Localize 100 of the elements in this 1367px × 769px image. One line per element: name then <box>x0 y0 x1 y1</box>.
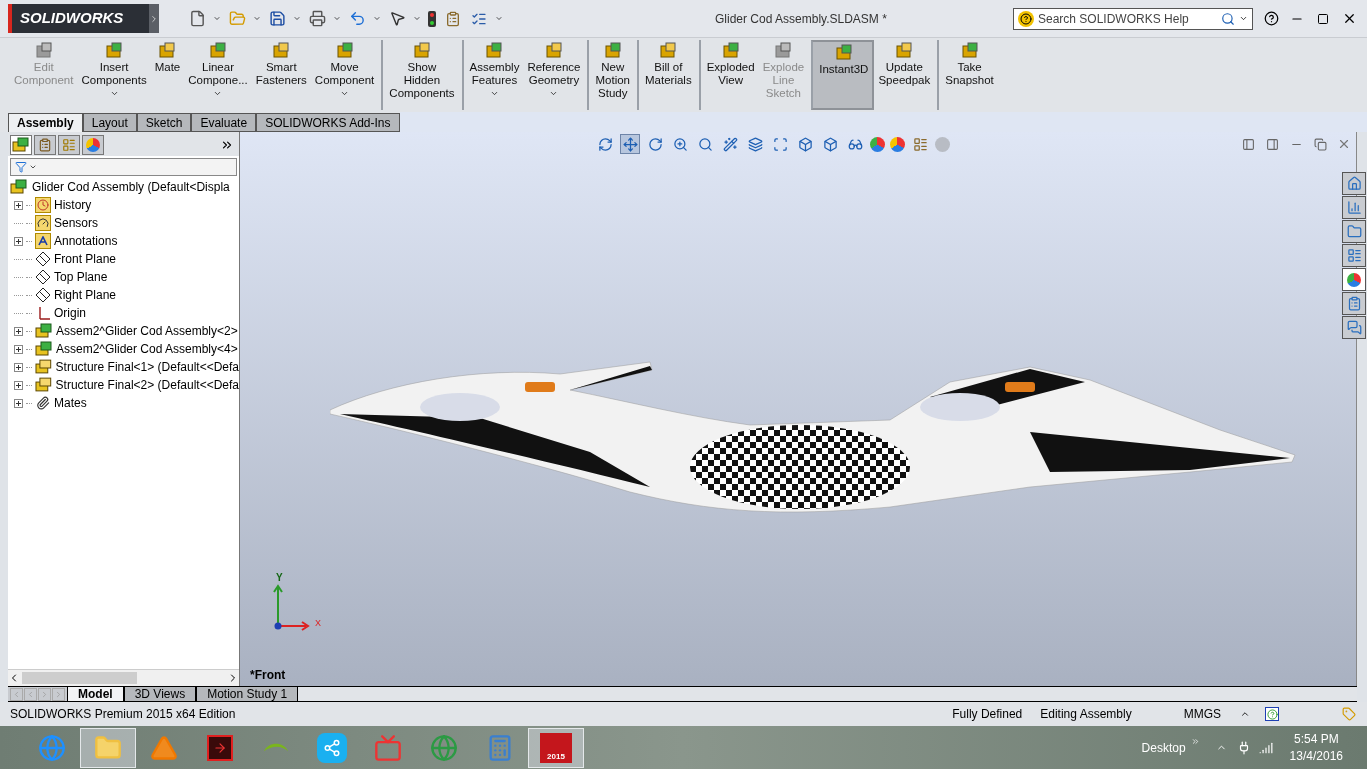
panel-right-icon[interactable] <box>1264 136 1280 152</box>
expand-plus-icon[interactable] <box>14 344 23 354</box>
chat-bubbles-icon[interactable] <box>1342 316 1366 339</box>
feature-tree-tab-icon[interactable] <box>10 135 32 155</box>
ribbon-button[interactable]: Move Component <box>310 40 379 110</box>
tree-item[interactable]: Assem2^Glider Cod Assembly<4> <box>56 340 238 358</box>
component-icon <box>271 41 292 61</box>
signal-icon[interactable] <box>1257 740 1274 755</box>
command-tab[interactable]: SOLIDWORKS Add-Ins <box>256 113 400 132</box>
help-bubble-icon <box>1018 10 1034 27</box>
tree-item[interactable]: Structure Final<1> (Default<<Defa <box>55 358 239 376</box>
tree-item[interactable]: Sensors <box>54 214 99 232</box>
tree-item[interactable]: Origin <box>54 304 86 322</box>
help-search-field[interactable]: Search SOLIDWORKS Help <box>1038 9 1217 28</box>
printer-icon[interactable] <box>307 8 327 29</box>
status-text: Fully Defined <box>952 706 1023 723</box>
command-tab[interactable]: Assembly <box>8 113 83 132</box>
ribbon-button[interactable]: Instant3D <box>811 40 875 110</box>
taskbar-app[interactable]: 2015 <box>528 727 584 768</box>
clock-time[interactable]: 5:54 PM <box>1293 730 1339 748</box>
tree-item[interactable]: Assem2^Glider Cod Assembly<2> <box>56 322 238 340</box>
desktop-toolbar-label[interactable]: Desktop <box>1141 738 1186 757</box>
home-icon[interactable] <box>1342 172 1366 195</box>
caret-icon[interactable] <box>29 163 37 171</box>
app-logo: SOLIDWORKS <box>8 4 149 33</box>
caret-icon[interactable] <box>489 89 499 98</box>
caret-icon[interactable] <box>549 89 559 98</box>
help-icon[interactable] <box>1263 10 1279 27</box>
expand-plus-icon[interactable] <box>14 380 23 390</box>
expand-plus-icon[interactable] <box>14 236 23 246</box>
ribbon-button[interactable]: Update Speedpak <box>874 40 935 110</box>
command-tab[interactable]: Sketch <box>136 113 192 132</box>
search-icon[interactable] <box>1221 11 1235 26</box>
swoosh-icon <box>263 743 289 752</box>
color-ball-tab-icon[interactable] <box>82 135 104 155</box>
ribbon-button[interactable]: Reference Geometry <box>523 40 585 110</box>
ribbon-button[interactable]: Exploded View <box>698 40 759 110</box>
panel-left-icon[interactable] <box>1240 136 1256 152</box>
letter-a-icon <box>35 233 51 249</box>
tree-item[interactable]: Structure Final<2> (Default<<Defa <box>55 376 239 394</box>
ribbon-button[interactable]: Mate <box>150 40 185 110</box>
ribbon-button[interactable]: Take Snapshot <box>937 40 998 110</box>
clipboard-icon[interactable] <box>1342 292 1366 315</box>
tree-item[interactable]: Top Plane <box>54 268 108 286</box>
component-icon <box>602 41 623 61</box>
help-search-box[interactable]: Search SOLIDWORKS Help <box>1013 7 1253 30</box>
tree-item[interactable]: Right Plane <box>54 286 117 304</box>
units-text[interactable]: MMGS <box>1183 705 1221 723</box>
edition-text: SOLIDWORKS Premium 2015 x64 Edition <box>10 706 236 723</box>
layout-icon[interactable] <box>1342 244 1366 267</box>
ribbon-button[interactable]: Bill of Materials <box>637 40 696 110</box>
ribbon-button[interactable]: Show Hidden Components <box>381 40 459 110</box>
traffic-light-icon[interactable] <box>427 9 437 28</box>
tree-item[interactable]: History <box>54 196 92 214</box>
tree-root-label[interactable]: Glider Cod Assembly (Default<Displa <box>32 178 230 196</box>
config-tab-icon[interactable] <box>58 135 80 155</box>
folder-icon <box>94 733 122 762</box>
command-tab[interactable]: Evaluate <box>191 113 257 132</box>
caret-icon[interactable] <box>340 89 350 98</box>
component-icon <box>411 41 432 61</box>
tree-item[interactable]: Front Plane <box>54 250 117 268</box>
tree-item[interactable]: Mates <box>54 394 87 412</box>
globe-icon <box>38 733 66 762</box>
ribbon-button[interactable]: New Motion Study <box>587 40 634 110</box>
help-icon[interactable] <box>1265 707 1279 721</box>
filter-icon[interactable] <box>15 161 27 173</box>
bar-chart-icon[interactable] <box>1342 196 1366 219</box>
tv-icon <box>374 733 402 762</box>
clock-icon <box>35 197 51 213</box>
command-tab[interactable]: Layout <box>82 113 137 132</box>
ribbon-button[interactable]: Insert Components <box>77 40 151 110</box>
component-icon <box>33 41 54 61</box>
expand-plus-icon[interactable] <box>14 200 23 210</box>
tree-item[interactable]: Annotations <box>54 232 118 250</box>
expand-plus-icon[interactable] <box>14 398 23 408</box>
bottom-tab[interactable]: Model <box>67 687 124 701</box>
component-icon <box>484 41 505 61</box>
caret-icon[interactable] <box>1239 14 1248 23</box>
component-icon <box>334 41 355 61</box>
component-icon <box>720 41 741 61</box>
pan-icon[interactable] <box>620 134 640 154</box>
properties-tab-icon[interactable] <box>34 135 56 155</box>
ribbon-button[interactable]: Assembly Features <box>461 40 524 110</box>
caret-icon[interactable] <box>213 89 223 98</box>
horizontal-scrollbar[interactable] <box>8 669 239 686</box>
component-icon <box>833 43 854 63</box>
expand-plus-icon[interactable] <box>14 326 23 336</box>
ribbon-button[interactable]: Smart Fasteners <box>251 40 311 110</box>
caret-icon[interactable] <box>109 89 119 98</box>
save-icon[interactable] <box>267 8 287 29</box>
restore-icon[interactable] <box>1312 136 1328 152</box>
component-icon <box>157 41 178 61</box>
bottom-tab[interactable]: Motion Study 1 <box>196 687 299 701</box>
folder-icon[interactable] <box>1342 220 1366 243</box>
expand-plus-icon[interactable] <box>14 362 23 372</box>
filter-field[interactable] <box>10 158 237 176</box>
clock-date[interactable]: 13/4/2016 <box>1289 747 1343 765</box>
bottom-tab[interactable]: 3D Views <box>123 687 197 701</box>
ribbon-button[interactable]: Linear Compone... <box>184 40 252 110</box>
taskbar-app[interactable] <box>80 727 136 768</box>
